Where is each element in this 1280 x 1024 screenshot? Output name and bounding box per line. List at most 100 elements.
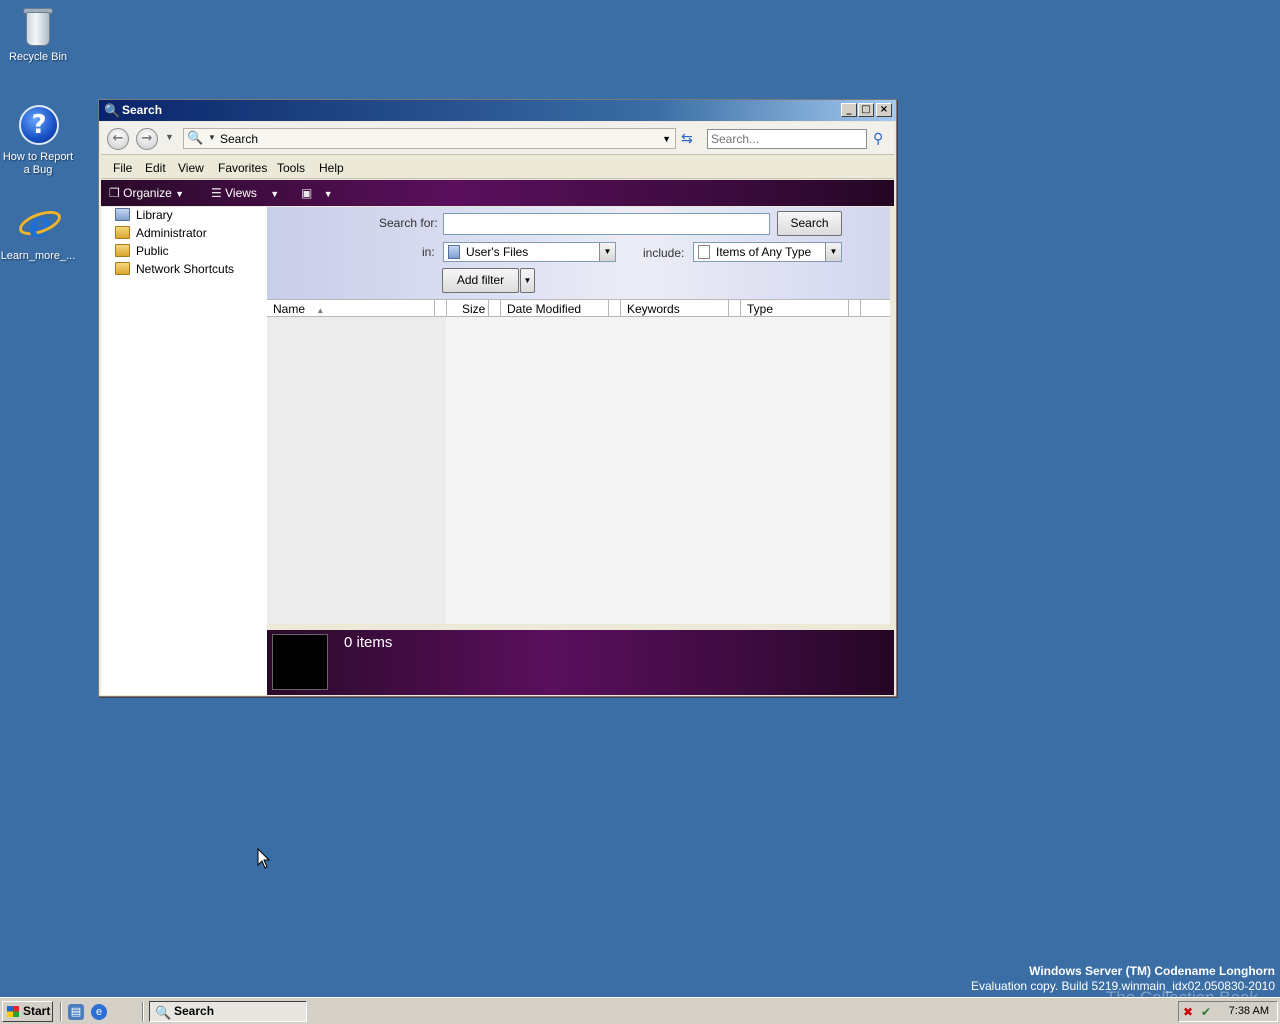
desktop-icon-recycle-bin[interactable]: Recycle Bin [0, 4, 76, 64]
desktop-icon-label: Recycle Bin [8, 51, 68, 63]
item-type-select[interactable]: Items of Any Type ▼ [693, 242, 842, 262]
search-input[interactable] [707, 129, 867, 149]
tree-item-label: Public [136, 244, 169, 258]
address-text: Search [220, 132, 259, 146]
menu-file[interactable]: File [113, 161, 132, 175]
start-button[interactable]: Start [2, 1001, 53, 1022]
chevron-down-icon[interactable]: ▼ [825, 243, 841, 261]
organize-label: Organize [123, 186, 172, 200]
user-files-icon [448, 245, 460, 259]
security-icon[interactable]: ✔ [1201, 1005, 1211, 1019]
column-size[interactable]: Size [462, 302, 485, 316]
close-button[interactable]: × [876, 103, 892, 117]
preview-thumbnail [272, 634, 328, 690]
internet-explorer-icon: e [15, 203, 65, 247]
start-label: Start [23, 1004, 51, 1018]
network-disconnected-icon[interactable]: ✖ [1183, 1005, 1193, 1019]
item-count: 0 items [344, 634, 393, 651]
search-criteria-panel: Search for: Search in: User's Files ▼ in… [267, 207, 890, 299]
menu-bar: File Edit View Favorites Tools Help [101, 156, 894, 179]
item-type-value: Items of Any Type [716, 245, 812, 259]
layout-icon: ▣ [301, 186, 313, 200]
window-titlebar[interactable]: 🔍 Search _ □ × [99, 100, 896, 121]
back-button[interactable]: ← [107, 128, 129, 150]
tree-item-public[interactable]: Public [115, 244, 169, 262]
os-version-watermark: Windows Server (TM) Codename Longhorn [1029, 964, 1275, 978]
column-name[interactable]: Name ▲ [273, 302, 324, 316]
magnifier-icon: 🔍 [155, 1005, 172, 1020]
address-field[interactable]: 🔍 ▼ Search ▼ [183, 128, 676, 149]
sort-ascending-icon: ▲ [316, 306, 325, 315]
magnifier-icon: 🔍 [104, 103, 121, 118]
tree-item-network-shortcuts[interactable]: Network Shortcuts [115, 262, 234, 280]
chevron-down-icon[interactable]: ▼ [599, 243, 615, 261]
add-filter-button[interactable]: Add filter [442, 268, 519, 293]
organize-button[interactable]: ❐ Organize ▼ [109, 186, 184, 200]
window-title: Search [122, 103, 163, 117]
address-bar: ← → ▼ 🔍 ▼ Search ▼ ⇆ ⚲ [101, 122, 894, 155]
column-date-modified[interactable]: Date Modified [507, 302, 581, 316]
windows-logo-icon [7, 1006, 19, 1017]
desktop-icon-label: Learn_more_... [0, 250, 76, 262]
magnifier-icon: 🔍 [187, 130, 204, 145]
search-for-input[interactable] [443, 213, 770, 235]
add-filter-dropdown[interactable]: ▼ [520, 268, 535, 293]
taskbar-button-search[interactable]: 🔍 Search [149, 1001, 307, 1022]
navigation-pane: Library Administrator Public Network Sho… [101, 207, 267, 695]
taskbar: Start ▤ e 🔍 Search ✖ ✔ 7:38 AM [0, 997, 1280, 1024]
internet-explorer-icon[interactable]: e [91, 1004, 107, 1020]
menu-edit[interactable]: Edit [145, 161, 166, 175]
views-label: Views [225, 186, 257, 200]
views-button[interactable]: ☰ Views ▼ [211, 186, 279, 200]
folder-icon [115, 226, 130, 239]
menu-favorites[interactable]: Favorites [218, 161, 267, 175]
mouse-cursor-icon [257, 848, 271, 869]
address-dropdown-icon[interactable]: ▼ [662, 134, 671, 144]
tree-item-label: Network Shortcuts [136, 262, 235, 276]
folder-icon [115, 244, 130, 257]
tree-item-label: Library [136, 208, 173, 222]
search-button[interactable]: Search [777, 211, 842, 236]
in-label: in: [422, 245, 435, 259]
chevron-down-icon: ▼ [323, 189, 333, 199]
details-pane: 0 items [267, 630, 894, 695]
menu-tools[interactable]: Tools [277, 161, 305, 175]
column-type[interactable]: Type [747, 302, 773, 316]
desktop-icon-learn-more[interactable]: e Learn_more_... [0, 203, 76, 263]
desktop-icon-report-bug[interactable]: ? How to Report a Bug [0, 104, 76, 177]
location-value: User's Files [466, 245, 529, 259]
file-list[interactable] [267, 317, 890, 624]
layout-button[interactable]: ▣ ▼ [301, 186, 333, 200]
command-bar: ❐ Organize ▼ ☰ Views ▼ ▣ ▼ [101, 180, 894, 206]
breadcrumb-arrow-icon[interactable]: ▼ [208, 133, 216, 142]
document-icon [698, 245, 710, 259]
search-go-icon[interactable]: ⚲ [873, 130, 883, 147]
tree-item-administrator[interactable]: Administrator [115, 226, 207, 244]
search-window: 🔍 Search _ □ × ← → ▼ 🔍 ▼ Search ▼ ⇆ ⚲ Fi… [98, 99, 897, 697]
recycle-bin-icon [18, 4, 58, 48]
include-label: include: [643, 246, 685, 260]
minimize-button[interactable]: _ [841, 103, 857, 117]
menu-view[interactable]: View [178, 161, 204, 175]
column-header: Name ▲ Size Date Modified Keywords Type [267, 299, 890, 317]
views-icon: ☰ [211, 186, 222, 200]
column-keywords[interactable]: Keywords [627, 302, 680, 316]
recent-pages-dropdown[interactable]: ▼ [165, 132, 174, 142]
library-icon [115, 208, 130, 221]
forward-button[interactable]: → [136, 128, 158, 150]
tree-item-library[interactable]: Library [115, 208, 173, 226]
show-desktop-icon[interactable]: ▤ [68, 1004, 84, 1020]
help-icon: ? [18, 104, 59, 148]
clock[interactable]: 7:38 AM [1229, 1005, 1269, 1017]
chevron-down-icon: ▼ [175, 189, 185, 199]
column-name-label: Name [273, 302, 306, 316]
search-for-label: Search for: [379, 216, 438, 230]
sorted-column-highlight [267, 317, 446, 624]
maximize-button[interactable]: □ [858, 103, 874, 117]
system-tray: ✖ ✔ 7:38 AM [1178, 1001, 1278, 1022]
refresh-icon[interactable]: ⇆ [681, 130, 693, 147]
location-select[interactable]: User's Files ▼ [443, 242, 616, 262]
folder-icon [115, 262, 130, 275]
desktop-icon-label: How to Report a Bug [2, 151, 74, 176]
menu-help[interactable]: Help [319, 161, 344, 175]
